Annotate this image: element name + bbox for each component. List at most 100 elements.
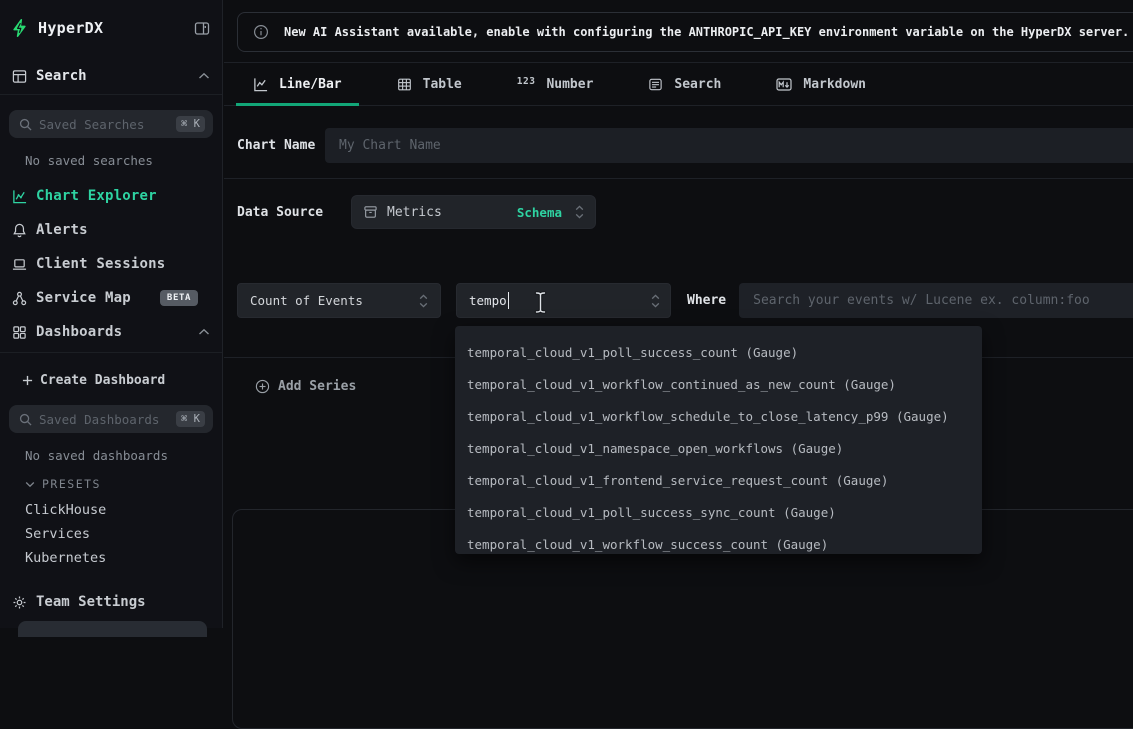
chevrons-updown-icon: [575, 204, 584, 220]
list-doc-icon: [648, 77, 663, 92]
where-label: Where: [687, 293, 726, 308]
no-saved-searches-text: No saved searches: [25, 153, 222, 168]
presets-list: ClickHouse Services Kubernetes: [0, 498, 222, 570]
create-dashboard-button[interactable]: Create Dashboard: [22, 367, 222, 393]
chevron-up-icon: [198, 328, 210, 336]
gear-icon: [12, 595, 27, 610]
metric-option[interactable]: temporal_cloud_v1_frontend_service_reque…: [455, 465, 982, 497]
chart-name-label: Chart Name: [237, 138, 325, 153]
beta-badge: BETA: [160, 290, 198, 306]
chevrons-updown-icon: [419, 293, 428, 309]
chart-type-tabs: Line/Bar Table 123 Number S: [236, 63, 883, 106]
tab-label: Search: [674, 77, 721, 92]
banner-text: New AI Assistant available, enable with …: [284, 25, 1129, 39]
saved-dashboards-input[interactable]: [39, 412, 169, 427]
metric-input-value: tempo: [469, 293, 507, 308]
preset-item-services[interactable]: Services: [25, 522, 222, 546]
data-source-value: Metrics: [387, 205, 508, 220]
sidebar-nav: Chart Explorer Alerts Client Sessions: [0, 179, 222, 349]
tab-search[interactable]: Search: [631, 63, 738, 106]
data-source-row: Data Source Metrics Schema: [237, 195, 596, 229]
sidebar-item-service-map[interactable]: Service Map BETA: [0, 281, 222, 315]
metric-option[interactable]: temporal_cloud_v1_poll_success_count (Ga…: [455, 337, 982, 369]
saved-dashboards-shortcut: ⌘ K: [176, 411, 205, 427]
tab-line-bar[interactable]: Line/Bar: [236, 63, 359, 106]
sidebar-item-client-sessions[interactable]: Client Sessions: [0, 247, 222, 281]
saved-searches-input[interactable]: [39, 117, 169, 132]
where-lucene-input[interactable]: [739, 283, 1133, 318]
chevrons-updown-icon: [651, 293, 660, 309]
tab-label: Number: [546, 77, 593, 92]
team-settings-label: Team Settings: [36, 594, 146, 610]
metric-option[interactable]: temporal_cloud_v1_poll_success_sync_coun…: [455, 497, 982, 529]
app-logo-row: HyperDX: [0, 0, 222, 37]
sidebar-collapse-icon[interactable]: [194, 21, 210, 36]
chevron-up-icon: [198, 72, 210, 80]
plus-icon: [22, 375, 33, 386]
saved-searches-search[interactable]: ⌘ K: [9, 110, 213, 138]
app-title: HyperDX: [38, 19, 185, 37]
saved-dashboards-search[interactable]: ⌘ K: [9, 405, 213, 433]
sidebar-item-label: Alerts: [36, 222, 88, 238]
metric-option[interactable]: temporal_cloud_v1_workflow_success_count…: [455, 529, 982, 554]
add-series-button[interactable]: Add Series: [255, 375, 356, 397]
circle-plus-icon: [255, 379, 270, 394]
search-section-icon: [12, 69, 27, 84]
tab-markdown[interactable]: Markdown: [759, 63, 883, 106]
dashboards-icon: [12, 325, 27, 340]
chart-name-row: Chart Name: [237, 128, 1133, 163]
presets-toggle[interactable]: PRESETS: [25, 477, 222, 491]
presets-header-label: PRESETS: [42, 477, 101, 491]
database-icon: [363, 205, 378, 219]
chevron-down-icon: [25, 481, 35, 488]
sidebar-item-label: Dashboards: [36, 324, 122, 340]
sidebar-item-label: Client Sessions: [36, 256, 165, 272]
tab-label: Markdown: [803, 77, 866, 92]
sidebar-divider: [0, 352, 222, 353]
sidebar-bottom-cutoff-element[interactable]: [18, 621, 207, 637]
table-icon: [397, 77, 412, 92]
preset-item-kubernetes[interactable]: Kubernetes: [25, 546, 222, 570]
sidebar-divider: [0, 94, 222, 95]
sidebar-item-chart-explorer[interactable]: Chart Explorer: [0, 179, 222, 213]
preset-item-clickhouse[interactable]: ClickHouse: [25, 498, 222, 522]
metric-option[interactable]: temporal_cloud_v1_namespace_open_workflo…: [455, 433, 982, 465]
sidebar-item-alerts[interactable]: Alerts: [0, 213, 222, 247]
saved-searches-shortcut: ⌘ K: [176, 116, 205, 132]
line-chart-icon: [253, 77, 268, 92]
hyperdx-bolt-logo-icon: [11, 19, 29, 37]
data-source-label: Data Source: [237, 205, 351, 220]
info-icon: [253, 24, 269, 40]
schema-button[interactable]: Schema: [517, 205, 562, 220]
create-dashboard-label: Create Dashboard: [40, 373, 165, 388]
metric-option[interactable]: temporal_cloud_v1_workflow_continued_as_…: [455, 369, 982, 401]
number-123-icon: 123: [517, 76, 536, 87]
sidebar-section-search[interactable]: Search: [0, 68, 222, 84]
chart-explorer-icon: [12, 189, 27, 204]
bell-icon: [12, 223, 27, 238]
no-saved-dashboards-text: No saved dashboards: [25, 448, 222, 463]
search-section-label: Search: [36, 68, 189, 84]
metric-suggestions-dropdown: temporal_cloud_v1_poll_success_count (Ga…: [455, 326, 982, 554]
tab-label: Line/Bar: [279, 77, 342, 92]
markdown-icon: [776, 78, 792, 91]
tab-label: Table: [423, 77, 462, 92]
chart-name-input[interactable]: [325, 128, 1133, 163]
sidebar-item-team-settings[interactable]: Team Settings: [0, 594, 222, 610]
metric-option[interactable]: temporal_cloud_v1_workflow_schedule_to_c…: [455, 401, 982, 433]
series-row: Count of Events tempo Where: [237, 283, 1133, 318]
ai-assistant-banner: New AI Assistant available, enable with …: [237, 12, 1133, 52]
metric-select-input[interactable]: tempo: [456, 283, 671, 318]
search-icon: [19, 413, 32, 426]
sidebar: HyperDX Search ⌘ K No saved s: [0, 0, 223, 628]
service-map-icon: [12, 291, 27, 306]
data-source-select[interactable]: Metrics Schema: [351, 195, 596, 229]
aggregation-select[interactable]: Count of Events: [237, 283, 441, 318]
search-icon: [19, 118, 32, 131]
text-caret: [508, 292, 510, 309]
tab-number[interactable]: 123 Number: [500, 63, 611, 106]
tab-table[interactable]: Table: [380, 63, 479, 106]
sidebar-item-label: Service Map: [36, 290, 131, 306]
sidebar-item-dashboards[interactable]: Dashboards: [0, 315, 222, 349]
divider: [224, 178, 1133, 179]
